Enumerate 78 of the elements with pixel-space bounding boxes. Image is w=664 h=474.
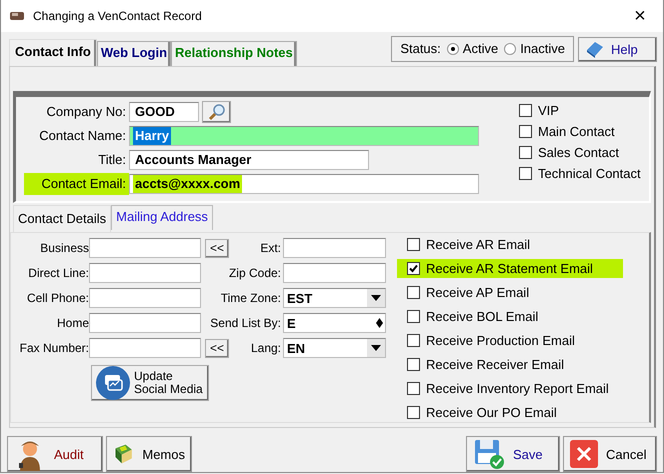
app-icon: [9, 10, 25, 22]
floppy-disk-icon: [473, 438, 505, 470]
tab[interactable]: Contact Info: [9, 38, 97, 66]
tab[interactable]: Mailing Address: [111, 204, 213, 230]
radio-label[interactable]: Inactive: [520, 41, 565, 56]
checkbox-label[interactable]: Receive Our PO Email: [426, 404, 557, 420]
input-field[interactable]: [283, 263, 386, 284]
radio-label[interactable]: Active: [462, 41, 498, 56]
field-label: Ext:: [259, 241, 282, 256]
checkbox[interactable]: [407, 334, 420, 347]
dropdown[interactable]: EN: [283, 338, 386, 358]
field-label: Contact Name:: [38, 126, 127, 145]
checkbox[interactable]: [407, 262, 420, 275]
field-label: Fax Number:: [18, 341, 89, 356]
chat-bubbles-icon: [96, 366, 130, 400]
radio-button[interactable]: [446, 42, 459, 55]
field-label: Cell Phone:: [26, 291, 89, 306]
window-title: Changing a VenContact Record: [33, 8, 203, 23]
checkbox[interactable]: [519, 146, 532, 159]
field-label: Time Zone:: [220, 291, 282, 306]
copy-button[interactable]: <<: [205, 338, 229, 358]
checkbox[interactable]: [407, 406, 420, 419]
close-button[interactable]: ×: [625, 6, 655, 26]
checkbox-label[interactable]: Receive BOL Email: [426, 308, 538, 324]
checkbox-label[interactable]: Main Contact: [538, 124, 615, 139]
audit-button[interactable]: Audit: [7, 436, 103, 472]
input-field[interactable]: [283, 238, 386, 258]
checkbox-label[interactable]: Receive AP Email: [426, 284, 530, 300]
input-field[interactable]: [89, 238, 201, 258]
input-field[interactable]: [89, 263, 201, 284]
checkbox-label[interactable]: VIP: [538, 102, 559, 118]
field-label: Direct Line:: [27, 266, 89, 280]
cancel-button[interactable]: Cancel: [563, 436, 657, 472]
input-field[interactable]: GOOD: [129, 102, 199, 122]
checkbox-label[interactable]: Sales Contact: [538, 144, 619, 160]
field-label: Home: [56, 316, 89, 330]
input-field[interactable]: [89, 338, 201, 358]
radio-button[interactable]: [504, 42, 516, 55]
tab[interactable]: Relationship Notes: [171, 40, 297, 66]
input-field[interactable]: [89, 288, 201, 308]
update-social-media-button[interactable]: Update Social Media: [91, 364, 209, 401]
close-icon: [570, 440, 598, 468]
checkbox-label[interactable]: Technical Contact: [538, 166, 641, 181]
copy-button[interactable]: <<: [205, 238, 229, 258]
checkbox[interactable]: [407, 382, 420, 395]
field-label: Title:: [97, 150, 127, 169]
field-label: Zip Code:: [228, 266, 282, 280]
checkbox[interactable]: [407, 238, 420, 251]
tab[interactable]: Web Login: [96, 40, 172, 66]
input-field[interactable]: Accounts Manager: [129, 150, 369, 170]
status-label: Status:: [400, 41, 441, 56]
field-label: Contact Email:: [24, 172, 129, 195]
field-label: Send List By:: [209, 316, 282, 330]
field-label: Business: [39, 241, 89, 256]
input-field[interactable]: accts@xxxx.com: [129, 174, 479, 194]
checkbox[interactable]: [407, 358, 420, 371]
field-label: Lang:: [250, 341, 282, 356]
checkbox-label[interactable]: Receive AR Email: [426, 236, 530, 252]
memos-button[interactable]: Memos: [106, 436, 192, 472]
checkbox-label[interactable]: Receive Receiver Email: [426, 356, 564, 372]
checkbox-label[interactable]: Receive Inventory Report Email: [426, 380, 609, 396]
up-arrow-icon[interactable]: [376, 318, 382, 324]
checkbox[interactable]: [407, 310, 420, 323]
save-button[interactable]: Save: [466, 436, 560, 472]
input-field[interactable]: Harry: [129, 126, 479, 146]
down-arrow-icon[interactable]: [376, 323, 382, 328]
checkbox[interactable]: [519, 104, 532, 117]
search-button[interactable]: [202, 100, 231, 123]
checkbox[interactable]: [519, 124, 532, 138]
field-label: Company No:: [46, 102, 127, 121]
help-button[interactable]: Help: [578, 36, 657, 62]
dropdown[interactable]: EST: [283, 288, 386, 308]
checkbox-label[interactable]: Receive Production Email: [426, 332, 575, 348]
checkbox[interactable]: [519, 166, 532, 180]
checkbox[interactable]: [407, 286, 420, 299]
input-field[interactable]: [89, 313, 201, 334]
spin-field[interactable]: E: [283, 313, 386, 334]
tab[interactable]: Contact Details: [13, 204, 112, 232]
